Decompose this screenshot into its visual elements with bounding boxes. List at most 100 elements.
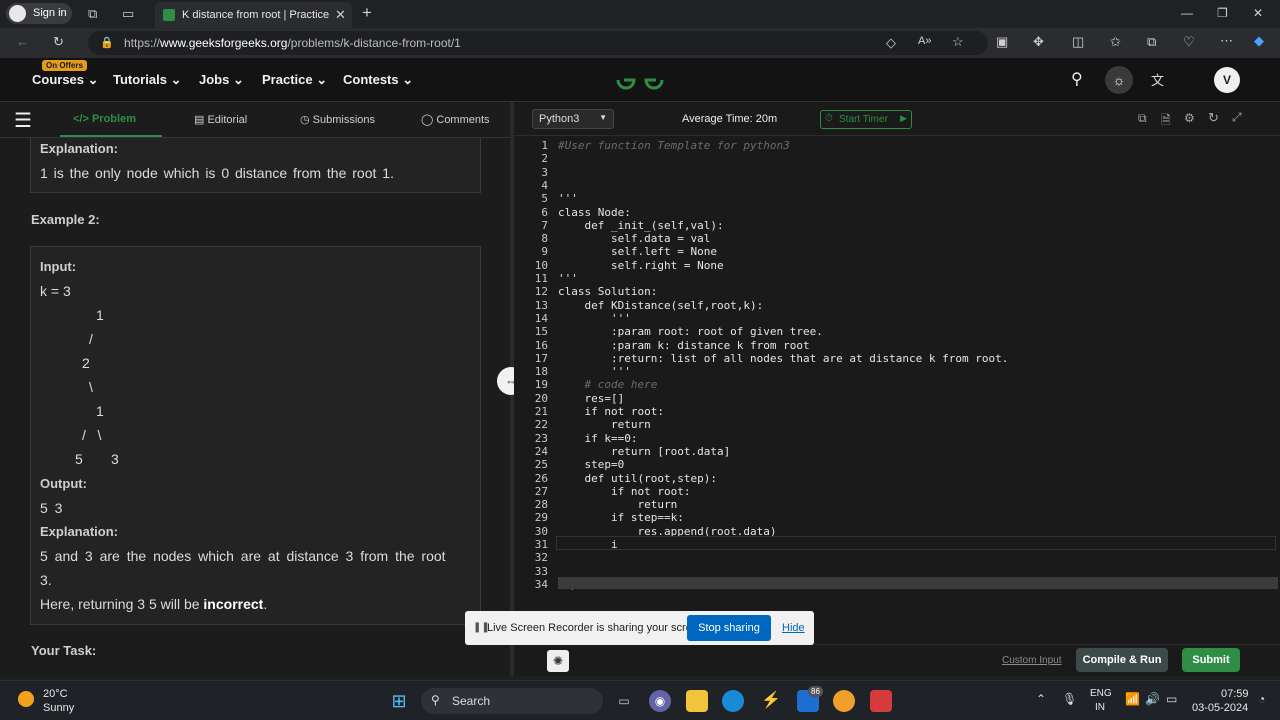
browser-essentials-icon[interactable]: ♡	[1183, 34, 1195, 50]
minimize-icon[interactable]: —	[1181, 6, 1193, 20]
extensions-icon[interactable]: ✥	[1033, 34, 1044, 50]
code-line[interactable]: if k==0:	[558, 432, 637, 445]
code-line[interactable]: '''	[558, 192, 578, 205]
hamburger-menu-icon[interactable]: ☰	[14, 108, 32, 133]
new-tab-icon[interactable]: +	[362, 3, 372, 23]
split-screen-icon[interactable]: ◫	[1072, 34, 1084, 50]
nav-contests[interactable]: Contests ⌄	[343, 72, 413, 88]
language-code[interactable]: ENG	[1090, 688, 1112, 699]
file-explorer-icon[interactable]	[686, 690, 708, 712]
search-icon[interactable]: ⚲	[1071, 69, 1083, 89]
compile-run-button[interactable]: Compile & Run	[1076, 648, 1168, 672]
clock-date[interactable]: 03-05-2024	[1192, 702, 1248, 714]
nav-jobs[interactable]: Jobs ⌄	[199, 72, 244, 88]
line-number: 2	[541, 152, 548, 166]
active-tab[interactable]: K distance from root | Practice | ✕	[155, 2, 352, 28]
submit-button[interactable]: Submit	[1182, 648, 1240, 672]
start-timer-label: Start Timer	[839, 114, 888, 125]
reset-icon[interactable]: ↻	[1208, 110, 1219, 126]
code-line[interactable]: def util(root,step):	[558, 472, 716, 485]
language-select[interactable]: Python3 ▼	[532, 109, 614, 129]
copy-icon[interactable]: ⧉	[1138, 111, 1147, 126]
nav-courses[interactable]: Courses ⌄	[32, 72, 99, 88]
tab-actions-icon[interactable]: ▭	[122, 6, 134, 22]
code-line[interactable]: return [root.data]	[558, 445, 730, 458]
taskbar-search[interactable]: ⚲ Search	[421, 688, 603, 714]
maximize-icon[interactable]: ❐	[1217, 6, 1228, 20]
workspaces-icon[interactable]: ⧉	[88, 6, 97, 22]
read-aloud-icon[interactable]: A»	[918, 35, 931, 47]
code-line[interactable]: class Node:	[558, 206, 631, 219]
settings-icon[interactable]: ⚙	[1184, 111, 1195, 125]
tab-comments[interactable]: ◯ Comments	[421, 113, 490, 126]
code-line[interactable]: self.right = None	[558, 259, 724, 272]
favorites-icon[interactable]: ✩	[1110, 34, 1121, 50]
hide-link[interactable]: Hide	[782, 622, 805, 634]
wifi-icon[interactable]: 📶	[1125, 692, 1140, 706]
microphone-icon[interactable]: 🎙	[1062, 692, 1077, 706]
vscode-icon[interactable]: ⚡	[760, 690, 782, 712]
code-line[interactable]: #User function Template for python3	[558, 139, 790, 152]
code-line[interactable]: return	[558, 498, 677, 511]
code-line[interactable]: if not root:	[558, 485, 690, 498]
custom-input-link[interactable]: Custom Input	[1002, 655, 1061, 666]
language-region[interactable]: IN	[1095, 702, 1105, 713]
collections-icon[interactable]: ⧉	[1147, 34, 1156, 50]
code-line[interactable]: def _init_(self,val):	[558, 219, 723, 232]
back-icon[interactable]: ←	[16, 34, 29, 49]
refresh-icon[interactable]: ↻	[53, 34, 64, 50]
task-view-icon[interactable]: ▭	[613, 690, 635, 712]
tag-icon[interactable]: ◇	[886, 35, 896, 51]
notifications-icon[interactable]: ◔	[1258, 692, 1265, 706]
tray-chevron-icon[interactable]: ⌃	[1036, 692, 1046, 706]
code-line[interactable]: def KDistance(self,root,k):	[558, 299, 763, 312]
code-line[interactable]: :param k: distance k from root	[558, 339, 810, 352]
recorder-app-icon[interactable]	[870, 690, 892, 712]
tab-problem[interactable]: </> Problem	[73, 113, 136, 125]
code-line[interactable]: if step==k:	[558, 511, 684, 524]
code-line[interactable]: res=[]	[558, 392, 624, 405]
horizontal-scrollbar[interactable]	[558, 577, 1278, 589]
windows-start-icon[interactable]: ⊞	[388, 690, 410, 712]
sign-in-button[interactable]: Sign in	[6, 3, 72, 24]
start-timer-button[interactable]: ⏱ Start Timer ▶	[820, 110, 912, 129]
code-line[interactable]: :param root: root of given tree.	[558, 325, 823, 338]
edge-icon[interactable]	[722, 690, 744, 712]
file-icon[interactable]: 🗎	[1161, 111, 1171, 132]
code-line[interactable]: if not root:	[558, 405, 663, 418]
code-line[interactable]: '''	[558, 365, 631, 378]
code-line[interactable]: step=0	[558, 458, 624, 471]
theme-toggle-icon[interactable]: ☼	[1105, 66, 1133, 94]
battery-icon[interactable]: ▭	[1166, 692, 1177, 706]
nav-tutorials[interactable]: Tutorials ⌄	[113, 72, 181, 88]
tab-editorial[interactable]: ▤ Editorial	[194, 113, 247, 126]
close-window-icon[interactable]: ✕	[1253, 6, 1263, 20]
fullscreen-icon[interactable]: ⤢	[1232, 110, 1242, 125]
tab-submissions[interactable]: ◷ Submissions	[300, 113, 375, 126]
translate-icon[interactable]: 文	[1151, 70, 1164, 89]
volume-icon[interactable]: 🔊	[1145, 692, 1160, 706]
more-menu-icon[interactable]: ⋯	[1220, 33, 1233, 49]
screenshot-icon[interactable]: ▣	[996, 34, 1008, 50]
avatar[interactable]: V	[1214, 67, 1240, 93]
favorite-star-icon[interactable]: ☆	[952, 34, 964, 50]
gfg-logo-icon[interactable]	[614, 68, 666, 92]
editor-panel: Python3 ▼ Average Time: 20m ⏱ Start Timer…	[514, 102, 1280, 676]
chat-icon[interactable]: ◉	[649, 690, 671, 712]
code-line[interactable]: self.data = val	[558, 232, 710, 245]
close-tab-icon[interactable]: ✕	[335, 7, 346, 23]
app-icon[interactable]	[833, 690, 855, 712]
nav-practice[interactable]: Practice ⌄	[262, 72, 327, 88]
clock-time[interactable]: 07:59	[1221, 688, 1249, 700]
code-line[interactable]: # code here	[558, 378, 657, 391]
code-line[interactable]: '''	[558, 312, 631, 325]
code-line[interactable]: self.left = None	[558, 245, 717, 258]
code-line[interactable]: return	[558, 418, 651, 431]
stop-sharing-button[interactable]: Stop sharing	[687, 615, 771, 641]
bulb-icon[interactable]: ✺	[547, 650, 569, 672]
code-line[interactable]: :return: list of all nodes that are at d…	[558, 352, 1008, 365]
code-line[interactable]: '''	[558, 272, 578, 285]
copilot-icon[interactable]: ◆	[1254, 33, 1264, 49]
code-line[interactable]: class Solution:	[558, 285, 657, 298]
url-bar[interactable]: 🔒 https://www.geeksforgeeks.org/problems…	[88, 31, 988, 55]
